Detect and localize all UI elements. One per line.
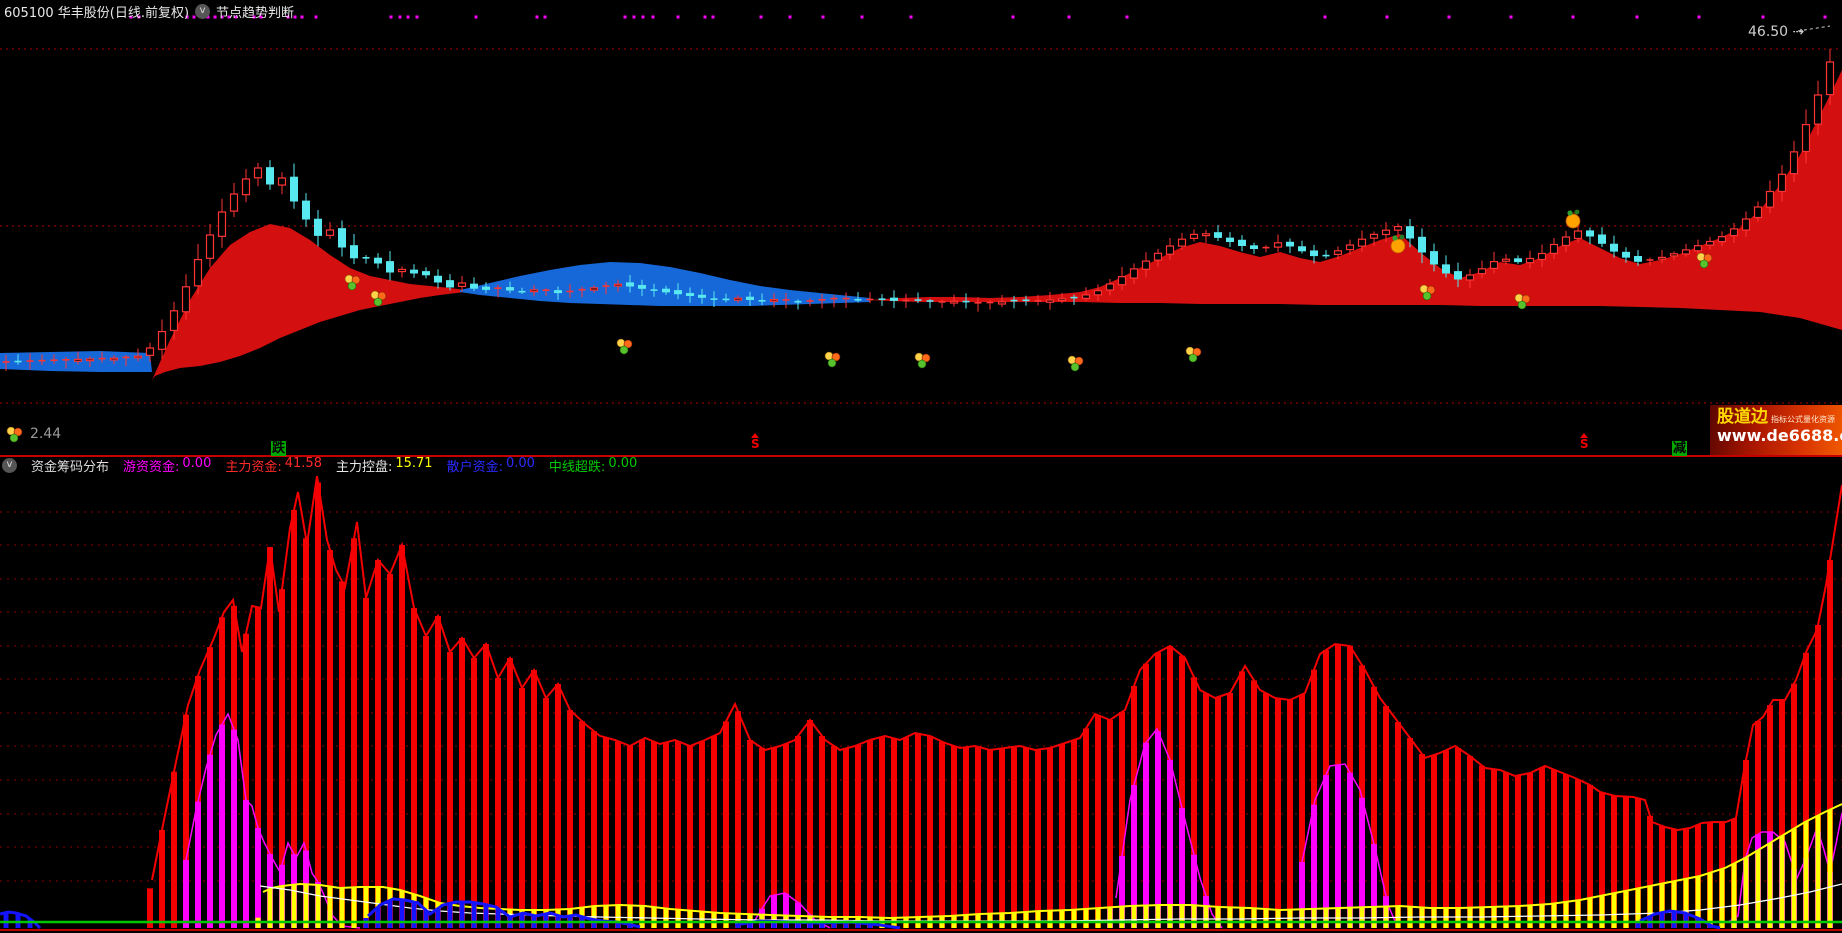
chevron-down-icon[interactable]: v [195, 4, 210, 19]
sell-signal-marker: S [751, 433, 760, 449]
sub-panel-header: v 资金筹码分布 游资资金:0.00 主力资金:41.58 主力控盘:15.71… [2, 458, 637, 473]
down-signal-badge: 跌 [271, 441, 286, 456]
indicator-name[interactable]: 节点趋势判断 [216, 2, 294, 21]
main-chart-canvas[interactable] [0, 0, 1842, 457]
watermark-tagline: 指标公式量化资源 [1771, 414, 1835, 425]
bottom-separator [0, 929, 1842, 931]
chevron-down-icon[interactable]: v [2, 458, 17, 473]
sub-chart-canvas[interactable] [0, 473, 1842, 929]
watermark-banner[interactable]: 股道边 指标公式量化资源 www.de6688.com [1710, 405, 1842, 455]
field-main-funds: 主力资金:41.58 [225, 456, 322, 475]
title-bar: 605100 华丰股份(日线.前复权) v 节点趋势判断 [4, 2, 294, 20]
field-main-control: 主力控盘:15.71 [336, 456, 433, 475]
field-hot-money: 游资资金:0.00 [123, 456, 211, 475]
field-retail-funds: 散户资金:0.00 [447, 456, 535, 475]
arrow-right-icon: ⇢ [1788, 24, 1804, 40]
watermark-brand: 股道边 [1717, 408, 1768, 426]
sub-panel-title[interactable]: 资金筹码分布 [31, 456, 109, 475]
price-low-label: 2.44 [30, 426, 61, 442]
stock-title: 605100 华丰股份(日线.前复权) [4, 2, 189, 21]
watermark-url[interactable]: www.de6688.com [1717, 426, 1837, 446]
field-midline-oversold: 中线超跌:0.00 [549, 456, 637, 475]
sell-signal-marker: S [1580, 433, 1589, 449]
app-window: 605100 华丰股份(日线.前复权) v 节点趋势判断 46.50 ⇢ 2.4… [0, 0, 1842, 933]
reduce-signal-badge: 减 [1672, 441, 1687, 456]
price-high-label: 46.50 ⇢ [1748, 24, 1804, 40]
